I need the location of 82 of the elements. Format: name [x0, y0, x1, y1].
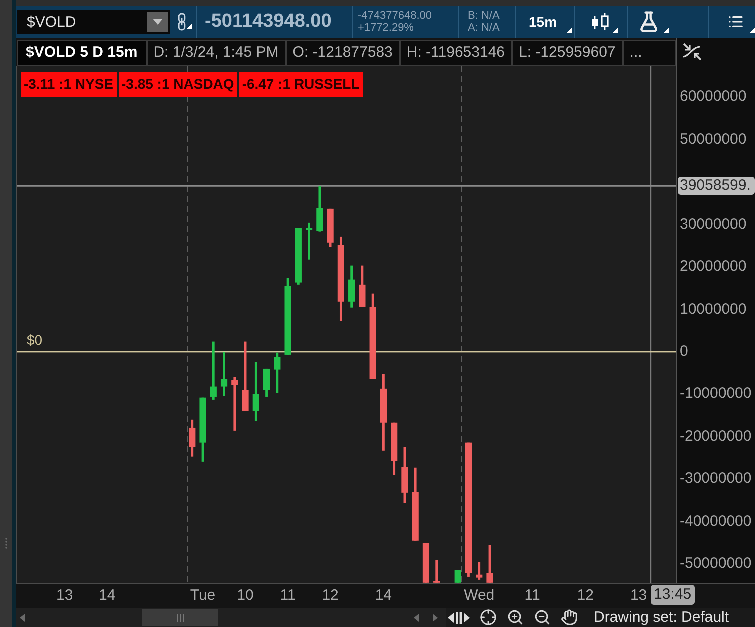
- corner-triangle-icon: [567, 28, 572, 33]
- grip-icon[interactable]: [4, 538, 8, 550]
- scroll-right-icon[interactable]: [433, 614, 438, 622]
- candle: [327, 208, 334, 248]
- time-label: 12: [322, 587, 339, 604]
- price-label: 0: [680, 344, 688, 360]
- candle: [391, 422, 398, 476]
- time-label: 12: [577, 587, 594, 604]
- candle: [422, 543, 430, 583]
- percent-change: +1772.29%: [358, 22, 415, 34]
- price-label: 50000000: [680, 132, 747, 148]
- candle: [232, 377, 238, 431]
- price-label: 30000000: [680, 216, 747, 233]
- candle: [454, 570, 462, 583]
- price-label: -20000000: [680, 428, 752, 445]
- price-label: 60000000: [680, 89, 747, 106]
- corner-triangle-icon: [187, 24, 192, 29]
- time-label: Wed: [464, 587, 495, 604]
- chart-title: $VOLD 5 D 15m: [17, 40, 147, 66]
- caret-icon: [152, 19, 162, 25]
- scrollbar-thumb[interactable]: [142, 609, 218, 626]
- ratio-label: -3.11 :1 NYSE: [21, 72, 116, 97]
- corner-triangle-icon: [750, 28, 755, 33]
- scroll-left-icon[interactable]: [414, 614, 419, 622]
- bid-price: B: N/A: [468, 10, 500, 22]
- candle: [242, 342, 249, 411]
- candlestick-icon: [590, 13, 610, 31]
- flask-icon: [638, 11, 660, 33]
- net-change: -474377648.00: [358, 10, 432, 22]
- info-field: H: -119653146: [400, 40, 512, 66]
- price-line-label: $0: [27, 332, 43, 348]
- price-label: 10000000: [680, 302, 747, 318]
- dropdown-button[interactable]: [145, 10, 170, 34]
- candle: [316, 186, 324, 232]
- corner-triangle-icon: [613, 28, 618, 33]
- drawing-set-button[interactable]: Drawing set: Default: [594, 609, 730, 626]
- price-label: -30000000: [680, 471, 752, 488]
- candle: [210, 342, 217, 400]
- list-icon: [728, 14, 744, 30]
- candle: [434, 560, 440, 583]
- candle: [220, 352, 228, 396]
- info-field: L: -125959607: [512, 40, 623, 66]
- time-label: 14: [375, 587, 392, 604]
- hand-icon[interactable]: [561, 609, 578, 626]
- candle: [200, 398, 206, 462]
- candle: [263, 368, 270, 397]
- crosshair-time-label: 13:45: [651, 585, 695, 605]
- last-price: -501143948.00: [205, 11, 332, 33]
- time-label: 14: [99, 587, 116, 604]
- ratio-label: -3.85 :1 NASDAQ: [118, 72, 238, 97]
- scroll-left-icon[interactable]: [20, 614, 25, 622]
- crossed-arrows-icon[interactable]: [681, 42, 703, 62]
- time-label: 13: [56, 587, 74, 604]
- link-icon: [178, 12, 186, 32]
- expand-arrows-icon[interactable]: [448, 610, 470, 624]
- grip-icon: [176, 614, 184, 622]
- crosshair-icon[interactable]: [480, 609, 497, 626]
- candle: [295, 228, 302, 285]
- info-field: O: -121877583: [286, 40, 400, 66]
- price-label: -50000000: [680, 556, 752, 572]
- price-label: 20000000: [680, 259, 747, 276]
- corner-triangle-icon: [664, 28, 669, 33]
- price-label: -10000000: [680, 386, 752, 402]
- time-label: 13: [630, 587, 648, 604]
- time-label: 11: [524, 587, 540, 604]
- candle: [306, 222, 313, 260]
- candle: [486, 545, 494, 583]
- info-field: ...: [622, 40, 676, 66]
- time-label: 11: [280, 587, 296, 604]
- candle: [274, 352, 281, 394]
- info-field: D: 1/3/24, 1:45 PM: [146, 40, 286, 66]
- symbol-field[interactable]: $VOLD: [17, 10, 145, 34]
- zoom-in-icon[interactable]: [507, 609, 524, 626]
- ratio-label: -6.47 :1 RUSSELL: [239, 72, 363, 97]
- candle: [476, 562, 483, 580]
- time-label: Tue: [190, 587, 216, 604]
- zoom-out-icon[interactable]: [534, 609, 551, 626]
- price-label: -40000000: [680, 514, 752, 530]
- time-label: 10: [237, 587, 254, 604]
- ask-price: A: N/A: [468, 22, 500, 34]
- candle: [359, 266, 366, 307]
- crosshair-price-label: 39058599.: [678, 177, 755, 195]
